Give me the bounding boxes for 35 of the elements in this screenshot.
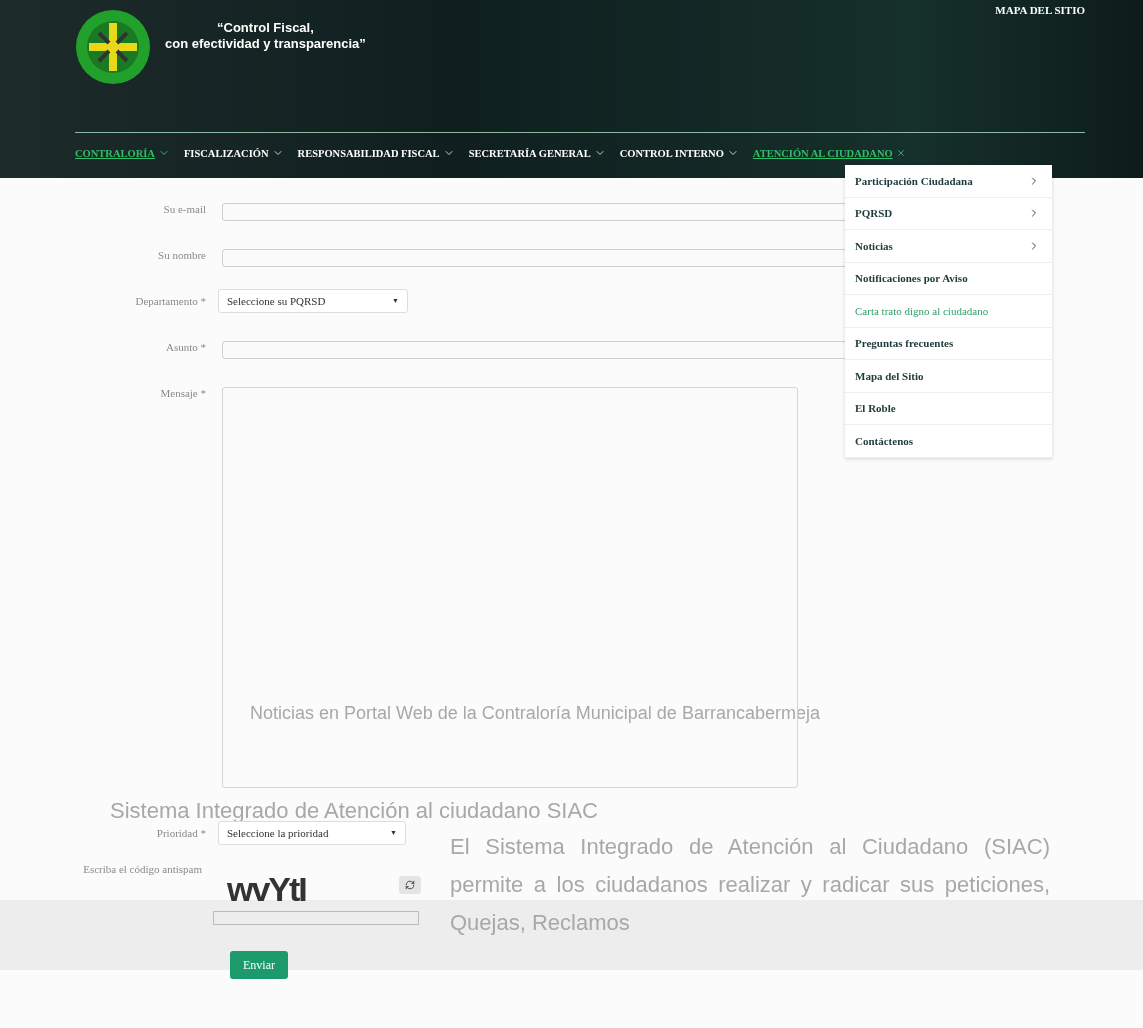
menu-item[interactable]: Noticias (845, 230, 1052, 263)
site-map-link[interactable]: MAPA DEL SITIO (995, 4, 1085, 16)
field-label: Mensaje * (159, 387, 207, 400)
tagline-text: “Control Fiscal, (217, 20, 314, 36)
menu-item[interactable]: Preguntas frecuentes (845, 327, 1052, 360)
nav-item[interactable]: ATENCIÓN AL CIUDADANO (752, 147, 906, 159)
field-label: Escriba el código antispam (82, 863, 203, 876)
nav-item[interactable]: RESPONSABILIDAD FISCAL (297, 147, 455, 159)
menu-item[interactable]: Notificaciones por Aviso (845, 262, 1052, 295)
refresh-button[interactable] (399, 876, 421, 894)
menu-item[interactable]: Carta trato digno al ciudadano (845, 295, 1052, 328)
field-label: Prioridad * (155, 827, 207, 840)
field-label: Asunto * (164, 341, 207, 354)
nav-item[interactable]: FISCALIZACIÓN (183, 147, 284, 159)
close-icon (895, 148, 906, 158)
submit-button[interactable]: Enviar (230, 951, 288, 979)
logo-emblem-icon (75, 9, 151, 85)
menu-item[interactable]: Participación Ciudadana (845, 165, 1052, 198)
nav-item[interactable]: CONTROL INTERNO (619, 147, 739, 159)
background-heading: Sistema Integrado de Atención al ciudadano SIAC (110, 798, 598, 824)
background-paragraph: El Sistema Integrado de Atención al Ciudadano (SIAC) permite a los ciudadanos realizar y radicar sus peticiones, Quejas, Reclamos (450, 833, 1050, 937)
menu-item[interactable]: PQRSD (845, 197, 1052, 230)
menu-item[interactable]: Mapa del Sitio (845, 360, 1052, 393)
field-label: Departamento * (134, 295, 207, 308)
background-text: Noticias en Portal Web de la Contraloría Municipal de Barrancabermeja (250, 703, 820, 724)
captcha-field[interactable] (213, 911, 419, 925)
nav-item[interactable]: SECRETARÍA GENERAL (468, 147, 606, 159)
field-label: Su e-mail (162, 203, 207, 216)
refresh-icon (405, 880, 415, 890)
menu-item[interactable]: El Roble (845, 392, 1052, 425)
nav-item[interactable]: CONTRALORÍA (75, 147, 170, 159)
captcha-image: wvYtI (213, 863, 393, 907)
tagline-text: con efectividad y transparencia” (165, 36, 366, 52)
field-label: Su nombre (157, 249, 207, 262)
menu-item[interactable]: Contáctenos (845, 425, 1052, 458)
